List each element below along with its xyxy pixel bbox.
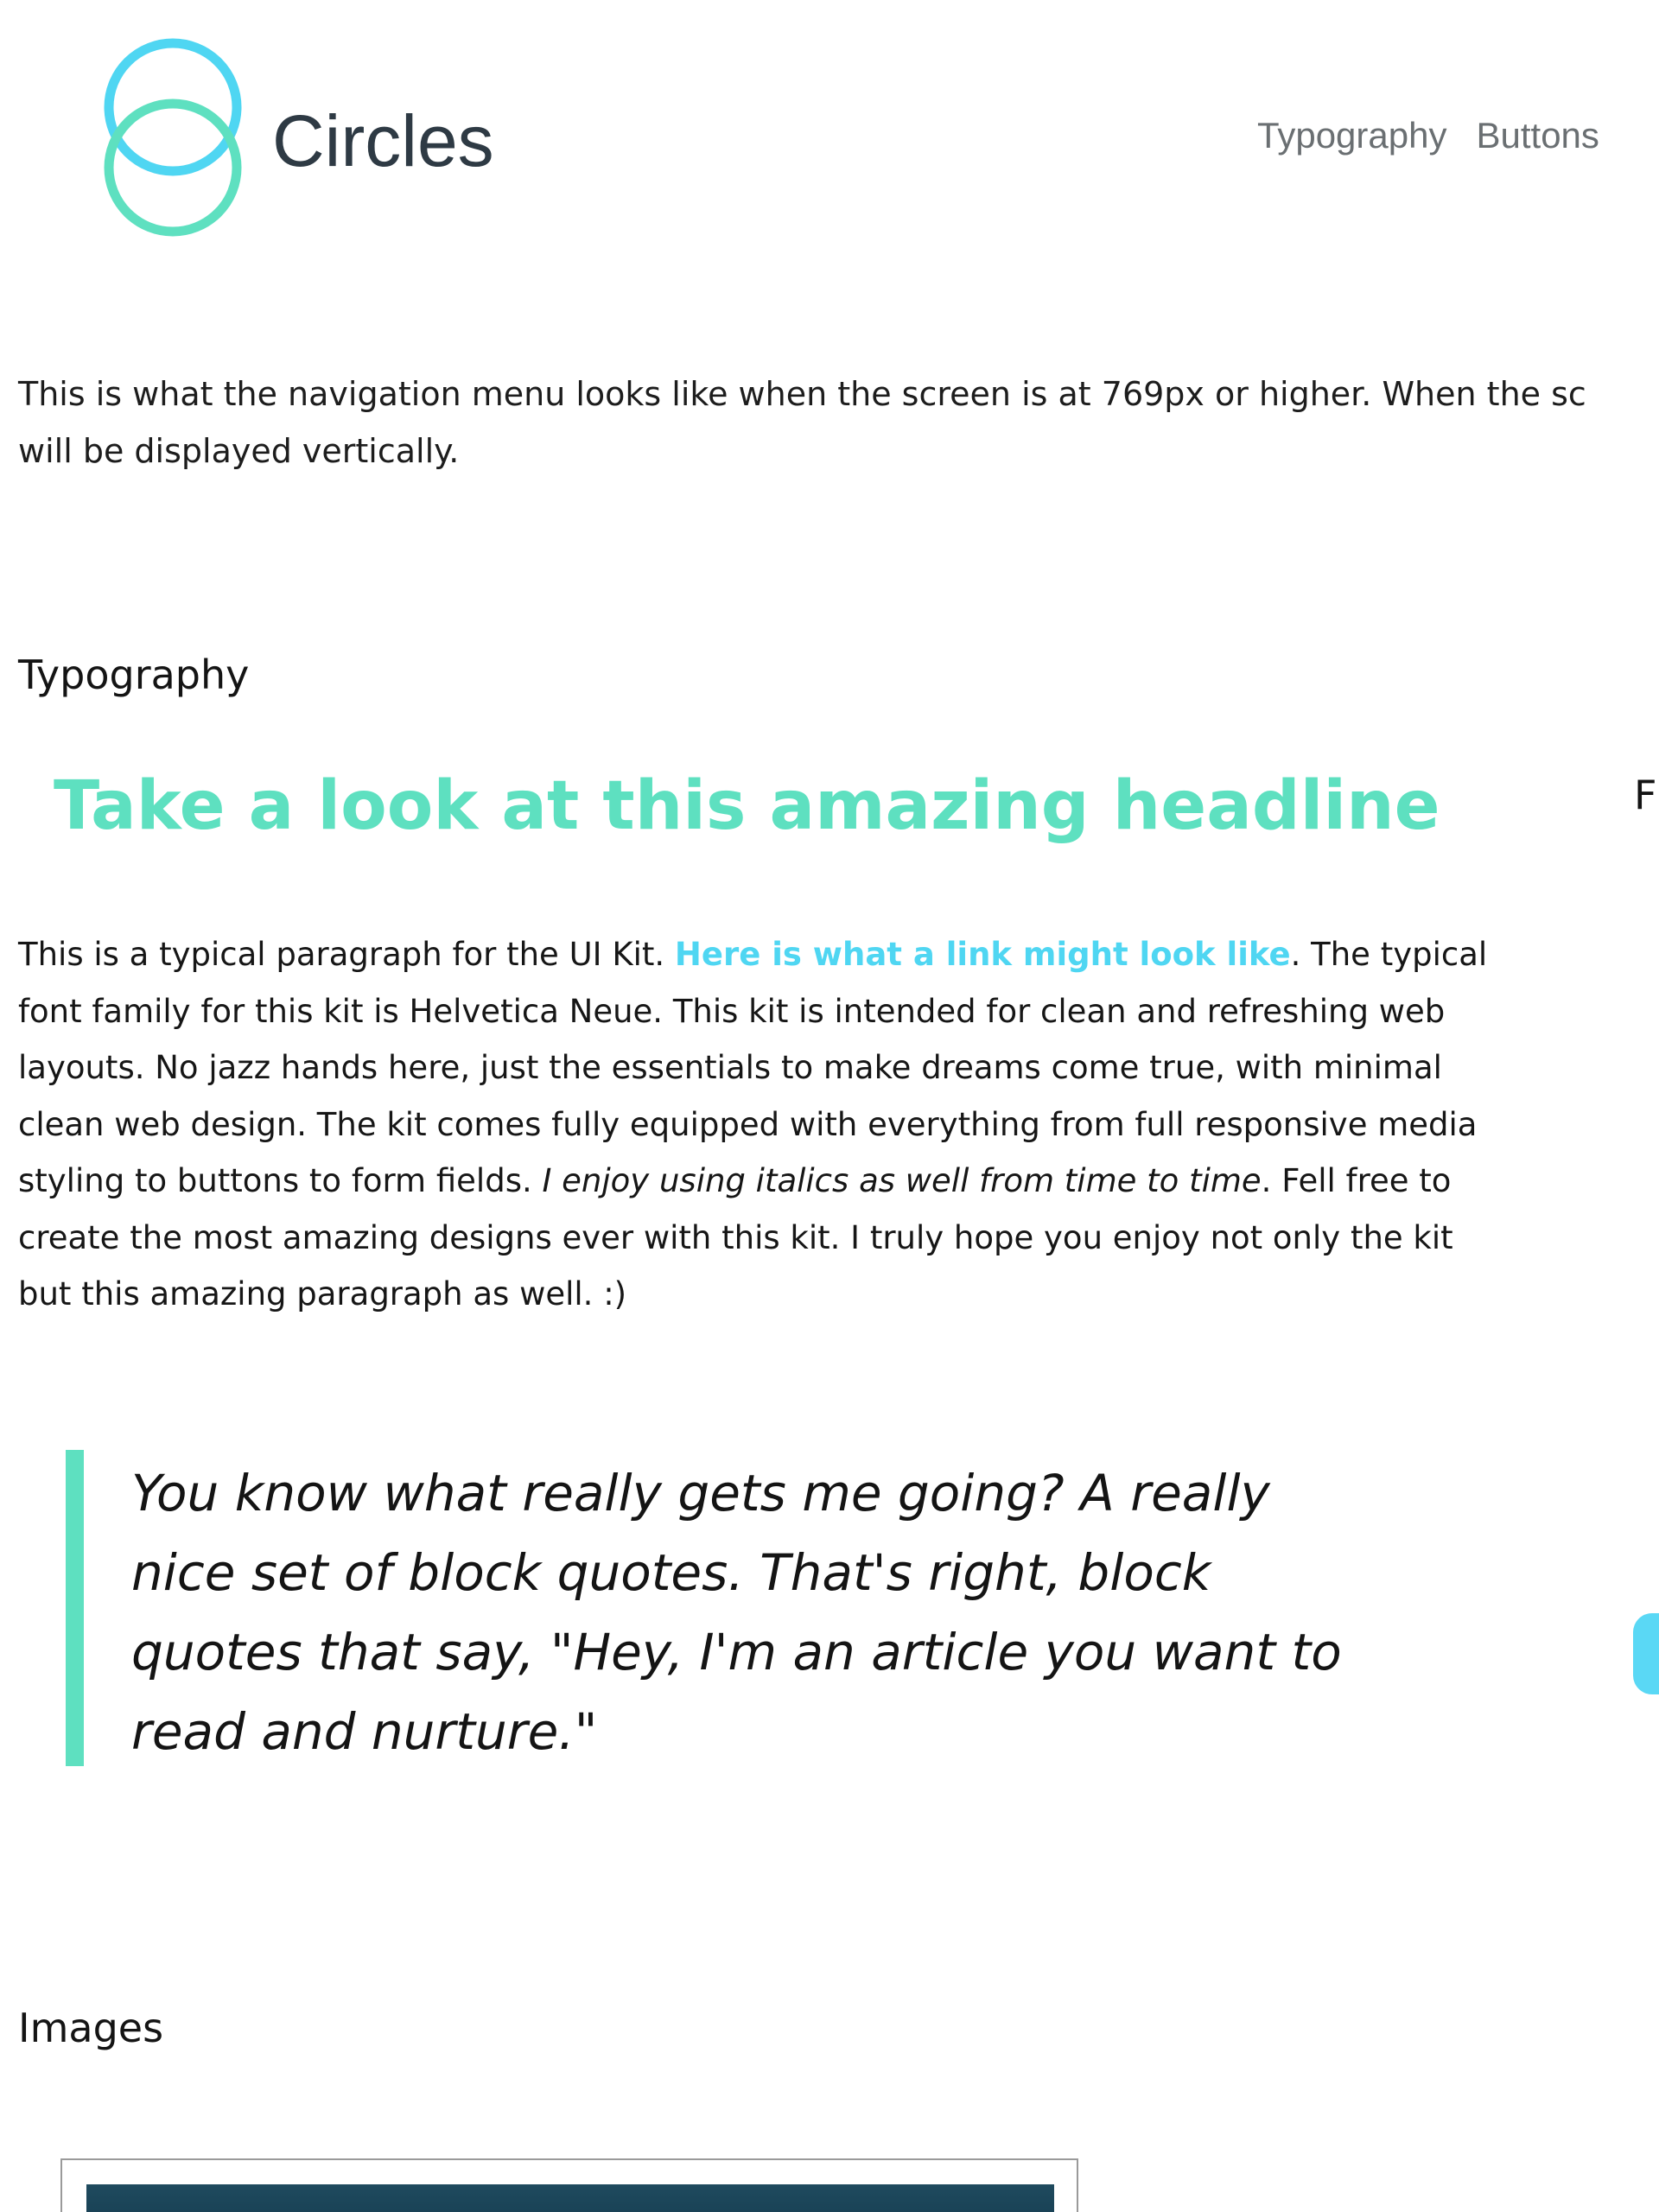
paragraph-text-middle: . The typical font family for this kit i… <box>18 936 1488 1199</box>
paragraph-text-start: This is a typical paragraph for the UI K… <box>18 936 675 973</box>
main-nav: Typography Buttons <box>1257 110 1599 162</box>
image-frame <box>60 2158 1078 2212</box>
blockquote: You know what really gets me going? A re… <box>131 1453 1427 1771</box>
blockquote-line-2: nice set of block quotes. That's right, … <box>131 1543 1211 1602</box>
ocean-image <box>86 2184 1054 2212</box>
blockquote-line-1: You know what really gets me going? A re… <box>131 1464 1270 1522</box>
paragraph-link[interactable]: Here is what a link might look like <box>675 936 1291 973</box>
section-heading-typography: Typography <box>18 652 250 698</box>
brand-name: Circles <box>272 100 494 181</box>
circles-logo-icon <box>104 38 242 237</box>
nav-link-buttons[interactable]: Buttons <box>1476 110 1599 162</box>
blockquote-accent-bar <box>66 1450 84 1766</box>
section-heading-images: Images <box>18 2005 164 2051</box>
blockquote-line-3: quotes that say, "Hey, I'm an article yo… <box>131 1623 1342 1681</box>
page: Circles Typography Buttons This is what … <box>0 0 1659 2212</box>
cut-off-heading-fragment: F <box>1634 772 1657 818</box>
brand-logo[interactable]: Circles <box>95 38 613 245</box>
headline: Take a look at this amazing headline <box>54 767 1440 845</box>
navigation-note: This is what the navigation menu looks l… <box>18 365 1659 480</box>
nav-link-typography[interactable]: Typography <box>1257 110 1446 162</box>
navigation-note-line-1: This is what the navigation menu looks l… <box>18 375 1586 413</box>
body-paragraph: This is a typical paragraph for the UI K… <box>18 926 1496 1323</box>
cut-off-button[interactable] <box>1633 1613 1659 1694</box>
blockquote-line-4: read and nurture." <box>131 1702 598 1761</box>
navigation-note-line-2: will be displayed vertically. <box>18 432 460 470</box>
paragraph-italic-text: I enjoy using italics as well from time … <box>542 1162 1262 1199</box>
